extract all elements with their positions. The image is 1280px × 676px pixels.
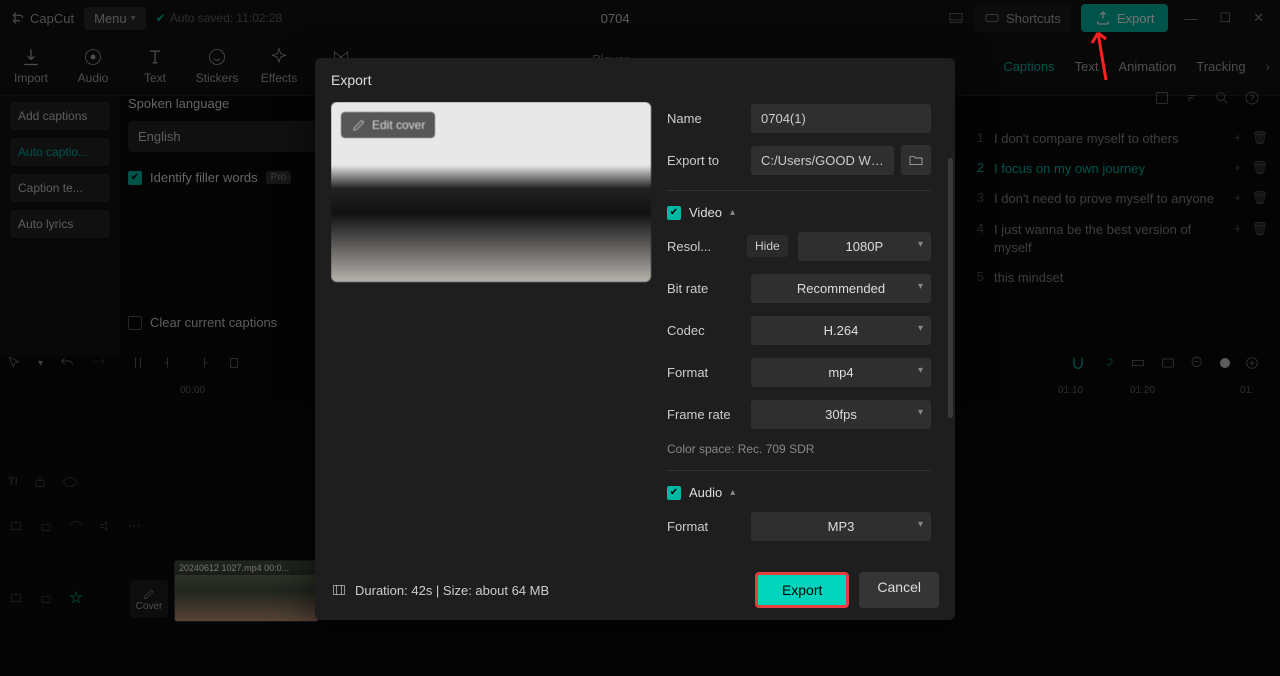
audio-format-select[interactable]: MP3	[751, 512, 931, 541]
export-to-label: Export to	[667, 153, 741, 168]
collapse-icon: ▴	[730, 487, 735, 498]
export-form: Name 0704(1) Export to C:/Users/GOOD WIL…	[667, 102, 939, 552]
hide-tooltip: Hide	[747, 235, 788, 257]
pencil-icon	[351, 117, 367, 133]
name-input[interactable]: 0704(1)	[751, 104, 931, 133]
checkbox-checked-icon: ✔	[667, 206, 681, 220]
duration-info: Duration: 42s | Size: about 64 MB	[331, 582, 549, 598]
scrollbar-thumb[interactable]	[948, 158, 953, 418]
framerate-label: Frame rate	[667, 407, 741, 422]
export-path[interactable]: C:/Users/GOOD WILL ...	[751, 146, 894, 175]
export-dialog: Export Edit cover Name 0704(1) Export to…	[315, 58, 955, 620]
checkbox-checked-icon: ✔	[667, 486, 681, 500]
colorspace-hint: Color space: Rec. 709 SDR	[667, 442, 931, 456]
audio-format-label: Format	[667, 519, 741, 534]
film-icon	[331, 582, 347, 598]
export-confirm-button[interactable]: Export	[755, 572, 849, 608]
divider	[667, 470, 931, 471]
bitrate-select[interactable]: Recommended	[751, 274, 931, 303]
browse-folder-button[interactable]	[901, 145, 931, 175]
video-section-header[interactable]: ✔ Video ▴	[667, 205, 931, 220]
codec-label: Codec	[667, 323, 741, 338]
format-label: Format	[667, 365, 741, 380]
bitrate-label: Bit rate	[667, 281, 741, 296]
cancel-button[interactable]: Cancel	[859, 572, 939, 608]
dialog-title: Export	[331, 72, 939, 88]
edit-cover-button[interactable]: Edit cover	[341, 112, 435, 138]
folder-icon	[908, 152, 924, 168]
resolution-select[interactable]: 1080P	[798, 232, 931, 261]
cover-preview: Edit cover	[331, 102, 651, 282]
format-select[interactable]: mp4	[751, 358, 931, 387]
name-label: Name	[667, 111, 741, 126]
resolution-label: Resol...	[667, 239, 741, 254]
codec-select[interactable]: H.264	[751, 316, 931, 345]
divider	[667, 190, 931, 191]
collapse-icon: ▴	[730, 207, 735, 218]
dialog-footer: Duration: 42s | Size: about 64 MB Export…	[331, 564, 939, 608]
audio-section-header[interactable]: ✔ Audio ▴	[667, 485, 931, 500]
framerate-select[interactable]: 30fps	[751, 400, 931, 429]
